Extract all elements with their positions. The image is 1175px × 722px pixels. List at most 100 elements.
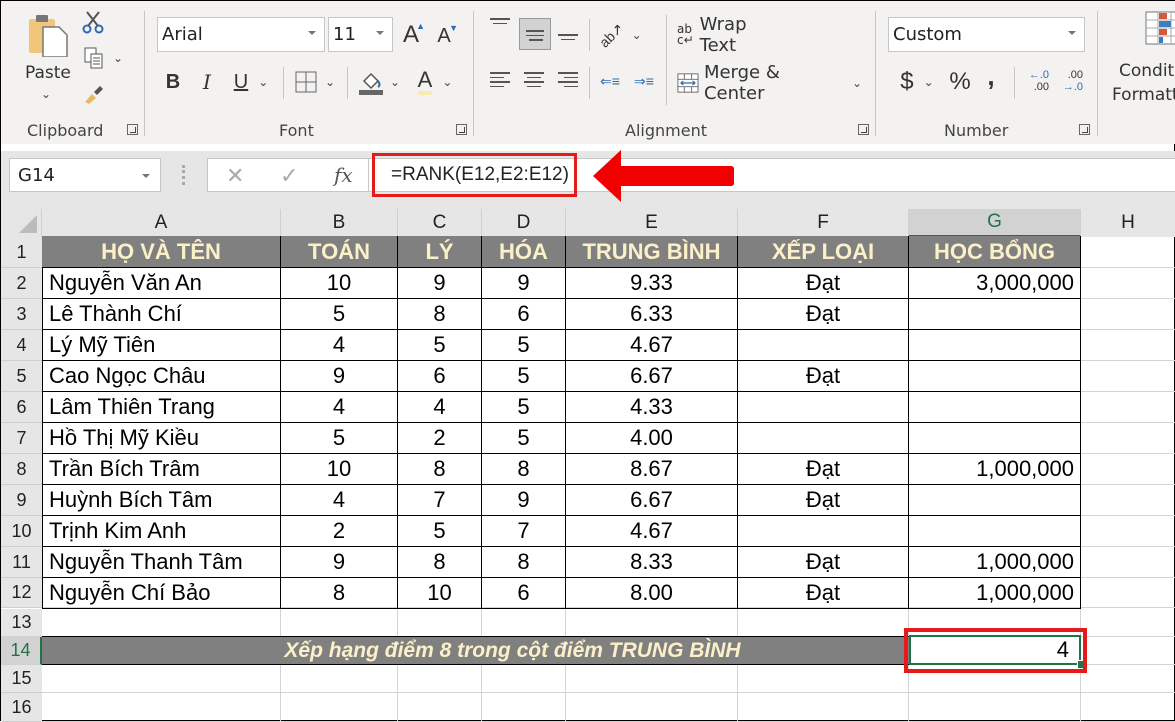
header-xep-loai[interactable]: XẾP LOẠI [738, 236, 909, 268]
font-color-button[interactable]: A ⌄ [411, 67, 459, 97]
column-header-a[interactable]: A [42, 209, 281, 237]
fill-color-dropdown-icon[interactable]: ⌄ [390, 75, 400, 89]
table-cell[interactable]: 4 [281, 485, 398, 516]
underline-button[interactable]: U ⌄ [229, 67, 273, 97]
table-cell[interactable]: 8 [398, 454, 482, 485]
column-header-b[interactable]: B [281, 209, 398, 237]
underline-dropdown-icon[interactable]: ⌄ [258, 75, 268, 89]
table-cell[interactable]: 6 [482, 578, 566, 609]
table-cell[interactable]: 4 [281, 330, 398, 361]
table-cell[interactable]: 1,000,000 [909, 578, 1081, 609]
row-header-3[interactable]: 3 [1, 299, 42, 330]
row-header-2[interactable]: 2 [1, 268, 42, 299]
table-cell[interactable]: 7 [398, 485, 482, 516]
table-cell[interactable]: Lâm Thiên Trang [42, 392, 281, 423]
table-cell[interactable]: 9 [482, 268, 566, 299]
grow-font-button[interactable]: A ▲ [399, 21, 425, 49]
table-cell[interactable]: 5 [281, 423, 398, 454]
table-cell[interactable]: Đạt [738, 485, 909, 516]
table-cell[interactable]: 8.00 [566, 578, 738, 609]
table-cell[interactable]: Đạt [738, 361, 909, 392]
decrease-indent-button[interactable]: ⇐≡ [598, 69, 622, 93]
table-cell[interactable]: Trần Bích Trâm [42, 454, 281, 485]
table-cell[interactable]: 9.33 [566, 268, 738, 299]
header-ly[interactable]: LÝ [398, 236, 482, 268]
table-cell[interactable]: 10 [281, 268, 398, 299]
row-header-13[interactable]: 13 [1, 609, 42, 637]
column-header-d[interactable]: D [482, 209, 566, 237]
align-center-button[interactable] [524, 69, 544, 90]
table-cell[interactable]: 9 [281, 361, 398, 392]
table-cell[interactable] [909, 392, 1081, 423]
insert-function-icon[interactable]: fx [334, 163, 353, 187]
table-cell[interactable] [738, 330, 909, 361]
table-cell[interactable]: 6.67 [566, 485, 738, 516]
table-cell[interactable]: 4 [398, 392, 482, 423]
column-header-f[interactable]: F [738, 209, 909, 237]
table-cell[interactable]: 7 [482, 516, 566, 547]
table-cell[interactable]: 4.00 [566, 423, 738, 454]
clipboard-dialog-launcher[interactable] [127, 124, 138, 135]
summary-label-cell[interactable]: Xếp hạng điểm 8 trong cột điểm TRUNG BÌN… [42, 636, 909, 665]
table-cell[interactable]: 4.67 [566, 516, 738, 547]
table-cell[interactable]: Đạt [738, 578, 909, 609]
table-cell[interactable]: 2 [281, 516, 398, 547]
font-size-select[interactable]: 11 [328, 17, 393, 52]
table-cell[interactable]: Huỳnh Bích Tâm [42, 485, 281, 516]
wrap-text-button[interactable]: ab c↵ Wrap Text [677, 14, 787, 56]
formula-bar-grip[interactable] [182, 165, 188, 185]
table-cell[interactable]: 5 [482, 330, 566, 361]
table-cell[interactable]: 5 [482, 423, 566, 454]
row-header-6[interactable]: 6 [1, 392, 42, 423]
borders-dropdown-icon[interactable]: ⌄ [325, 75, 335, 89]
conditional-formatting-button[interactable]: Conditi Formatt [1111, 9, 1175, 109]
table-cell[interactable]: 8.67 [566, 454, 738, 485]
row-header-8[interactable]: 8 [1, 454, 42, 485]
table-cell[interactable]: Nguyễn Văn An [42, 268, 281, 299]
font-color-dropdown-icon[interactable]: ⌄ [442, 75, 452, 89]
table-cell[interactable]: Đạt [738, 299, 909, 330]
font-dialog-launcher[interactable] [456, 124, 467, 135]
table-cell[interactable] [909, 299, 1081, 330]
table-cell[interactable]: 9 [281, 547, 398, 578]
align-bottom-button[interactable] [558, 31, 578, 43]
name-box[interactable]: G14 [9, 158, 161, 192]
cut-button[interactable] [81, 9, 105, 35]
row-header-15[interactable]: 15 [1, 665, 42, 693]
table-cell[interactable]: 5 [398, 330, 482, 361]
align-left-button[interactable] [490, 69, 510, 90]
table-cell[interactable]: Hồ Thị Mỹ Kiều [42, 423, 281, 454]
table-cell[interactable]: 9 [398, 268, 482, 299]
column-header-g[interactable]: G [909, 209, 1081, 237]
number-dialog-launcher[interactable] [1079, 124, 1090, 135]
shrink-font-button[interactable]: A ▼ [433, 23, 458, 49]
align-right-button[interactable] [558, 69, 578, 90]
align-top-button[interactable] [490, 15, 510, 27]
row-header-11[interactable]: 11 [1, 547, 42, 578]
enter-icon[interactable]: ✓ [280, 163, 298, 189]
alignment-dialog-launcher[interactable] [858, 124, 869, 135]
table-cell[interactable]: 10 [281, 454, 398, 485]
increase-indent-button[interactable]: ⇒≡ [632, 69, 656, 93]
row-header-14[interactable]: 14 [1, 637, 42, 665]
table-cell[interactable]: 6.67 [566, 361, 738, 392]
align-middle-button[interactable] [519, 18, 551, 50]
table-cell[interactable]: Đạt [738, 547, 909, 578]
header-toan[interactable]: TOÁN [281, 236, 398, 268]
orientation-dropdown-icon[interactable]: ⌄ [632, 28, 642, 42]
header-ho-va-ten[interactable]: HỌ VÀ TÊN [42, 236, 281, 268]
table-cell[interactable]: Nguyễn Thanh Tâm [42, 547, 281, 578]
table-cell[interactable]: 4 [281, 392, 398, 423]
column-header-c[interactable]: C [398, 209, 482, 237]
comma-style-button[interactable]: , [983, 61, 999, 91]
column-header-h[interactable]: H [1081, 209, 1175, 237]
table-cell[interactable] [738, 423, 909, 454]
number-format-select[interactable]: Custom [888, 17, 1085, 52]
decrease-decimal-button[interactable]: .00 →.0 [1057, 69, 1083, 93]
table-cell[interactable] [909, 423, 1081, 454]
fill-color-button[interactable]: ⌄ [355, 67, 403, 97]
table-cell[interactable]: 3,000,000 [909, 268, 1081, 299]
currency-dropdown-icon[interactable]: ⌄ [924, 75, 934, 89]
table-cell[interactable]: 10 [398, 578, 482, 609]
table-cell[interactable]: 6 [482, 299, 566, 330]
